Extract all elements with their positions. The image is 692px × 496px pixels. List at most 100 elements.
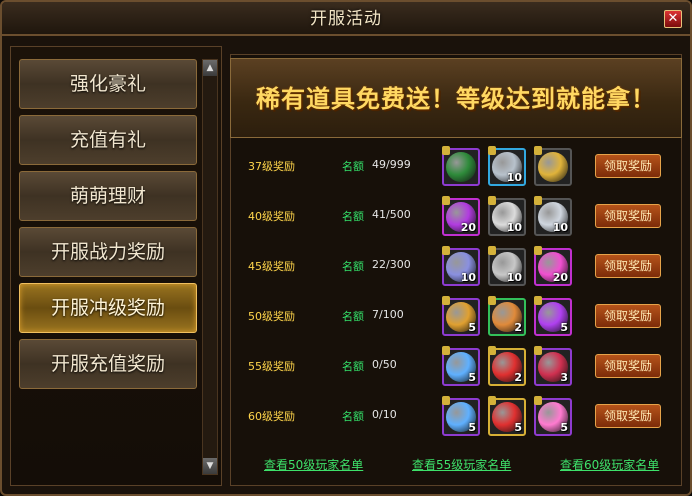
item-count: 2 — [514, 371, 522, 384]
lock-icon — [534, 196, 542, 205]
scroll-down-icon[interactable]: ▼ — [203, 458, 217, 474]
item-count: 20 — [552, 271, 568, 284]
reward-row: 50级奖励 名额 7/100 5 2 5 领取奖励 — [242, 294, 672, 338]
lock-icon — [488, 396, 496, 405]
link-level60-list[interactable]: 查看60级玩家名单 — [560, 456, 659, 473]
reward-row: 60级奖励 名额 0/10 5 5 5 领取奖励 — [242, 394, 672, 438]
item-art — [538, 152, 568, 182]
activity-window: 开服活动 ✕ 强化豪礼 充值有礼 萌萌理财 开服战力奖励 开服冲级奖励 开服充值… — [0, 0, 692, 496]
sidebar-scrollbar[interactable]: ▲ ▼ — [202, 59, 218, 475]
scroll-up-icon[interactable]: ▲ — [203, 60, 217, 76]
item-count: 20 — [460, 221, 476, 234]
sidebar-item-recharge-gift[interactable]: 充值有礼 — [19, 115, 197, 165]
quota-value: 7/100 — [372, 308, 404, 321]
title-bar[interactable]: 开服活动 ✕ — [2, 2, 690, 36]
pink-wings-icon[interactable]: 5 — [534, 396, 572, 436]
sidebar-item-level-reward[interactable]: 开服冲级奖励 — [19, 283, 197, 333]
box-icon[interactable] — [442, 146, 480, 186]
lock-icon — [534, 346, 542, 355]
quota-value: 22/300 — [372, 258, 411, 271]
banner-text: 稀有道具免费送！等级达到就能拿！ — [256, 85, 656, 113]
reward-level-label: 50级奖励 — [248, 310, 295, 323]
lock-icon — [534, 146, 542, 155]
pink-orb-icon[interactable]: 20 — [534, 246, 572, 286]
crystal-icon[interactable]: 2 — [488, 296, 526, 336]
link-level55-list[interactable]: 查看55级玩家名单 — [412, 456, 511, 473]
item-count: 10 — [506, 271, 522, 284]
item-count: 3 — [560, 371, 568, 384]
item-count: 10 — [460, 271, 476, 284]
lock-icon — [442, 246, 450, 255]
sidebar: 强化豪礼 充值有礼 萌萌理财 开服战力奖励 开服冲级奖励 开服充值奖励 ▲ ▼ — [10, 46, 222, 486]
window-title: 开服活动 — [310, 9, 382, 29]
gift-bag-icon[interactable]: 2 — [488, 346, 526, 386]
ore-bowl-icon[interactable]: 10 — [488, 246, 526, 286]
sidebar-item-cute-finance[interactable]: 萌萌理财 — [19, 171, 197, 221]
lock-icon — [442, 396, 450, 405]
link-level50-list[interactable]: 查看50级玩家名单 — [264, 456, 363, 473]
silver-pile-icon[interactable]: 10 — [488, 146, 526, 186]
claim-reward-button[interactable]: 领取奖励 — [595, 254, 661, 278]
lock-icon — [534, 246, 542, 255]
quota-label: 名额 — [342, 310, 364, 323]
reward-row: 45级奖励 名额 22/300 10 10 20 领取奖励 — [242, 244, 672, 288]
wing-icon[interactable]: 5 — [442, 396, 480, 436]
wing-icon[interactable]: 5 — [442, 346, 480, 386]
reward-row: 40级奖励 名额 41/500 20 10 10 领取奖励 — [242, 194, 672, 238]
sidebar-item-enhance-gift[interactable]: 强化豪礼 — [19, 59, 197, 109]
promo-banner: 稀有道具免费送！等级达到就能拿！ — [230, 58, 682, 138]
claim-reward-button[interactable]: 领取奖励 — [595, 404, 661, 428]
reward-level-label: 60级奖励 — [248, 410, 295, 423]
claim-reward-button[interactable]: 领取奖励 — [595, 154, 661, 178]
red-figure-icon[interactable]: 3 — [534, 346, 572, 386]
quota-value: 49/999 — [372, 158, 411, 171]
close-icon[interactable]: ✕ — [664, 10, 682, 28]
lock-icon — [442, 296, 450, 305]
reward-level-label: 37级奖励 — [248, 160, 295, 173]
item-count: 5 — [560, 421, 568, 434]
claim-reward-button[interactable]: 领取奖励 — [595, 354, 661, 378]
lock-icon — [534, 296, 542, 305]
quota-value: 0/10 — [372, 408, 397, 421]
quota-label: 名额 — [342, 210, 364, 223]
quota-label: 名额 — [342, 360, 364, 373]
reward-row: 55级奖励 名额 0/50 5 2 3 领取奖励 — [242, 344, 672, 388]
item-count: 5 — [560, 321, 568, 334]
item-count: 10 — [506, 221, 522, 234]
purple-orb-icon[interactable]: 20 — [442, 196, 480, 236]
scroll-icon[interactable]: 5 — [442, 296, 480, 336]
item-count: 2 — [514, 321, 522, 334]
item-count: 5 — [468, 421, 476, 434]
lock-icon — [488, 146, 496, 155]
gold-coins-icon[interactable] — [534, 146, 572, 186]
sidebar-item-power-reward[interactable]: 开服战力奖励 — [19, 227, 197, 277]
lock-icon — [488, 296, 496, 305]
reward-level-label: 40级奖励 — [248, 210, 295, 223]
item-count: 10 — [552, 221, 568, 234]
lock-icon — [488, 246, 496, 255]
flame-icon[interactable]: 5 — [534, 296, 572, 336]
item-count: 5 — [514, 421, 522, 434]
quota-label: 名额 — [342, 260, 364, 273]
lock-icon — [442, 196, 450, 205]
claim-reward-button[interactable]: 领取奖励 — [595, 204, 661, 228]
item-art — [446, 152, 476, 182]
lock-icon — [534, 396, 542, 405]
quota-value: 41/500 — [372, 208, 411, 221]
diamond-ore-icon[interactable]: 10 — [534, 196, 572, 236]
reward-row: 37级奖励 名额 49/999 10 领取奖励 — [242, 144, 672, 188]
item-count: 10 — [506, 171, 522, 184]
sidebar-item-recharge-reward[interactable]: 开服充值奖励 — [19, 339, 197, 389]
lock-icon — [442, 346, 450, 355]
reward-level-label: 55级奖励 — [248, 360, 295, 373]
silver-ore-icon[interactable]: 10 — [488, 196, 526, 236]
item-count: 5 — [468, 371, 476, 384]
quota-label: 名额 — [342, 410, 364, 423]
claim-reward-button[interactable]: 领取奖励 — [595, 304, 661, 328]
silver-ring-icon[interactable]: 10 — [442, 246, 480, 286]
gift-bag-icon[interactable]: 5 — [488, 396, 526, 436]
item-count: 5 — [468, 321, 476, 334]
lock-icon — [442, 146, 450, 155]
reward-level-label: 45级奖励 — [248, 260, 295, 273]
quota-value: 0/50 — [372, 358, 397, 371]
